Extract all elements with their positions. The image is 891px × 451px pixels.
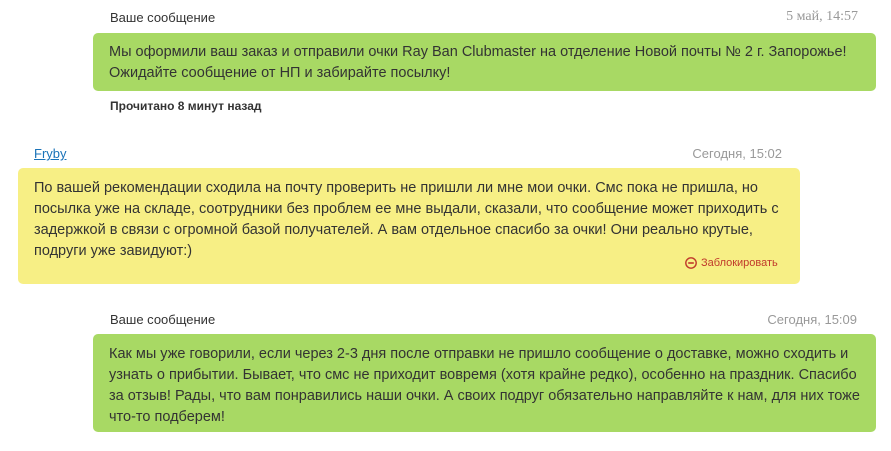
message-author: Ваше сообщение — [110, 312, 216, 327]
message-time: Сегодня, 15:02 — [692, 146, 782, 161]
message-time: Сегодня, 15:09 — [767, 312, 857, 327]
no-entry-icon — [685, 257, 697, 269]
block-label: Заблокировать — [701, 257, 778, 269]
message-text: По вашей рекомендации сходила на почту п… — [34, 180, 779, 259]
message-bubble: Как мы уже говорили, если через 2-3 дня … — [93, 334, 876, 432]
message-text: Как мы уже говорили, если через 2-3 дня … — [109, 346, 860, 425]
message-time: 5 май, 14:57 — [786, 9, 858, 24]
message-text: Мы оформили ваш заказ и отправили очки R… — [109, 44, 847, 81]
message-bubble: По вашей рекомендации сходила на почту п… — [18, 168, 800, 284]
message-bubble: Мы оформили ваш заказ и отправили очки R… — [93, 33, 876, 91]
message-author: Ваше сообщение — [110, 10, 216, 25]
block-button[interactable]: Заблокировать — [685, 257, 778, 269]
read-status: Прочитано 8 минут назад — [110, 99, 262, 113]
author-link[interactable]: Fryby — [34, 146, 67, 161]
